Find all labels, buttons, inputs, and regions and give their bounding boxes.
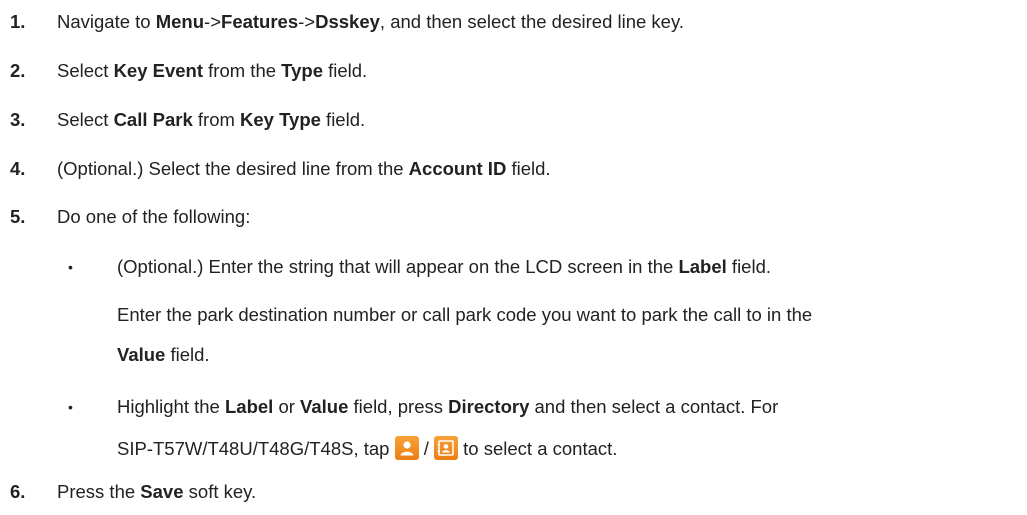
step-number: 5. bbox=[10, 206, 26, 227]
bullet-dot: • bbox=[68, 259, 73, 275]
bullet-text: SIP-T57W/T48U/T48G/T48S, tap / to select… bbox=[117, 436, 618, 461]
bullet-text: Value field. bbox=[117, 344, 210, 365]
bullet-text: Highlight the Label or Value field, pres… bbox=[117, 396, 779, 417]
bullet-text: Enter the park destination number or cal… bbox=[117, 304, 813, 325]
person-contact-icon bbox=[394, 436, 419, 461]
step-text: (Optional.) Select the desired line from… bbox=[57, 158, 551, 179]
step-text: Do one of the following: bbox=[57, 206, 251, 227]
step-number: 1. bbox=[10, 11, 26, 32]
directory-book-icon bbox=[434, 436, 459, 461]
step-text: Navigate to Menu->Features->Dsskey, and … bbox=[57, 11, 684, 32]
step-text: Select Call Park from Key Type field. bbox=[57, 109, 366, 130]
step-number: 4. bbox=[10, 158, 26, 179]
step-text: Select Key Event from the Type field. bbox=[57, 60, 368, 81]
step-number: 2. bbox=[10, 60, 26, 81]
step-number: 3. bbox=[10, 109, 26, 130]
step-text: Press the Save soft key. bbox=[57, 481, 257, 502]
bullet-text: (Optional.) Enter the string that will a… bbox=[117, 256, 772, 277]
bullet-dot: • bbox=[68, 399, 73, 415]
step-number: 6. bbox=[10, 481, 26, 502]
